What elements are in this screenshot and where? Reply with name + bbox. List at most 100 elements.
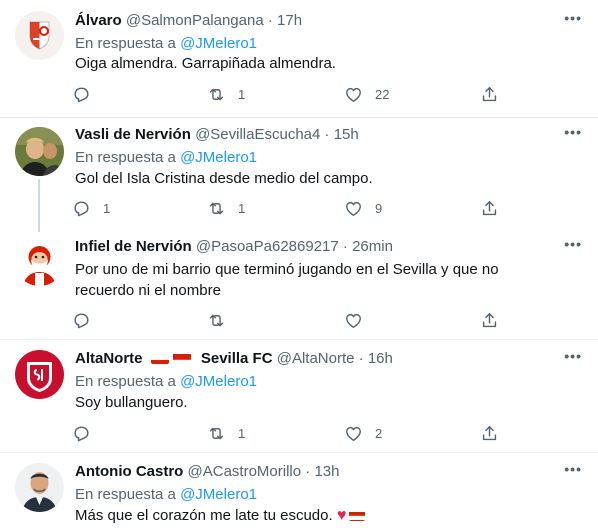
reply-icon: [72, 311, 91, 330]
timestamp[interactable]: 26min: [352, 238, 393, 255]
retweet-icon: [207, 199, 226, 218]
flag-icon: [150, 352, 169, 364]
flag-icon: [349, 509, 366, 521]
more-icon[interactable]: •••: [564, 348, 582, 364]
reply-button[interactable]: [72, 83, 103, 105]
avatar-altanorte[interactable]: [15, 350, 64, 399]
user-handle[interactable]: @PasoaPa62869217: [196, 238, 339, 255]
more-icon[interactable]: •••: [564, 236, 582, 252]
reply-to-link[interactable]: @JMelero1: [180, 373, 257, 390]
user-handle[interactable]: @SevillaEscucha4: [195, 126, 320, 143]
retweet-icon: [207, 85, 226, 104]
reply-button[interactable]: [72, 309, 103, 331]
retweet-count: 1: [238, 86, 246, 102]
share-button[interactable]: [480, 309, 499, 331]
tweet-text: Gol del Isla Cristina desde medio del ca…: [75, 170, 373, 187]
share-button[interactable]: [480, 422, 499, 444]
share-button[interactable]: [480, 197, 499, 219]
more-icon[interactable]: •••: [564, 10, 582, 26]
tweet-header: Antonio Castro @ACastroMorillo · 13h: [75, 462, 339, 482]
tweet-actions: 1 2: [66, 422, 506, 446]
user-handle[interactable]: @ACastroMorillo: [188, 463, 302, 480]
share-icon: [480, 199, 499, 218]
like-icon: [344, 199, 363, 218]
retweet-button[interactable]: 1: [207, 83, 245, 105]
reply-prefix: En respuesta a: [75, 373, 176, 390]
retweet-icon: [207, 311, 226, 330]
tweet-text: Más que el corazón me late tu escudo.: [75, 507, 333, 524]
separator-dot: ·: [342, 238, 348, 255]
reply-context: En respuesta a @JMelero1: [75, 485, 257, 505]
like-count: 9: [375, 200, 383, 216]
tweet-2[interactable]: Vasli de Nervión @SevillaEscucha4 · 15h …: [0, 118, 598, 232]
timestamp[interactable]: 16h: [368, 350, 393, 367]
avatar-antonio[interactable]: [15, 463, 64, 512]
display-name[interactable]: Infiel de Nervión: [75, 238, 192, 255]
reply-to-link[interactable]: @JMelero1: [180, 486, 257, 503]
share-icon: [480, 311, 499, 330]
thread-line: [38, 179, 40, 232]
reply-icon: [72, 85, 91, 104]
tweet-header: AltaNorte Sevilla FC @AltaNorte · 16h: [75, 349, 393, 369]
separator-dot: ·: [324, 126, 330, 143]
sevilla-crest-avatar-image: [15, 11, 64, 60]
share-button[interactable]: [480, 83, 499, 105]
avatar-vasli[interactable]: [15, 127, 64, 176]
reply-count: 1: [103, 200, 111, 216]
tweet-5[interactable]: Antonio Castro @ACastroMorillo · 13h •••…: [0, 453, 598, 530]
reply-button[interactable]: 1: [72, 197, 110, 219]
tweet-header: Álvaro @SalmonPalangana · 17h: [75, 11, 302, 31]
display-name-part2[interactable]: Sevilla FC: [201, 350, 273, 367]
separator-dot: ·: [305, 463, 311, 480]
user-photo-avatar-image: [15, 463, 64, 512]
reply-button[interactable]: [72, 422, 103, 444]
timestamp[interactable]: 15h: [334, 126, 359, 143]
avatar-infiel[interactable]: [15, 237, 64, 286]
like-count: 22: [375, 86, 390, 102]
reply-context: En respuesta a @JMelero1: [75, 34, 257, 54]
tweet-header: Vasli de Nervión @SevillaEscucha4 · 15h: [75, 125, 359, 145]
more-icon[interactable]: •••: [564, 124, 582, 140]
more-icon[interactable]: •••: [564, 461, 582, 477]
share-icon: [480, 424, 499, 443]
timestamp[interactable]: 13h: [314, 463, 339, 480]
display-name[interactable]: Álvaro: [75, 12, 122, 29]
display-name[interactable]: Antonio Castro: [75, 463, 183, 480]
tweet-actions: [66, 309, 506, 333]
like-button[interactable]: 2: [344, 422, 382, 444]
like-icon: [344, 85, 363, 104]
avatar-alvaro[interactable]: [15, 11, 64, 60]
retweet-count: 1: [238, 200, 246, 216]
cartoon-avatar-image: [15, 237, 64, 286]
retweet-count: 1: [238, 425, 246, 441]
reply-to-link[interactable]: @JMelero1: [180, 149, 257, 166]
reply-to-link[interactable]: @JMelero1: [180, 35, 257, 52]
retweet-button[interactable]: 1: [207, 197, 245, 219]
altanorte-logo-avatar-image: [15, 350, 64, 399]
like-button[interactable]: 9: [344, 197, 382, 219]
separator-dot: ·: [358, 350, 364, 367]
reply-icon: [72, 199, 91, 218]
user-handle[interactable]: @SalmonPalangana: [126, 12, 264, 29]
tweet-4[interactable]: AltaNorte Sevilla FC @AltaNorte · 16h ••…: [0, 340, 598, 452]
retweet-button[interactable]: 1: [207, 422, 245, 444]
display-name-part1[interactable]: AltaNorte: [75, 350, 143, 367]
tweet-3[interactable]: Infiel de Nervión @PasoaPa62869217 · 26m…: [0, 229, 598, 339]
like-icon: [344, 424, 363, 443]
user-handle[interactable]: @AltaNorte: [277, 350, 355, 367]
separator-dot: ·: [267, 12, 273, 29]
reply-context: En respuesta a @JMelero1: [75, 148, 257, 168]
tweet-text: Oiga almendra. Garrapiñada almendra.: [75, 55, 336, 72]
like-button[interactable]: [344, 309, 375, 331]
tweet-text-container: Más que el corazón me late tu escudo. ♥: [75, 505, 575, 526]
tweet-1[interactable]: Álvaro @SalmonPalangana · 17h ••• En res…: [0, 0, 598, 117]
reply-prefix: En respuesta a: [75, 486, 176, 503]
like-count: 2: [375, 425, 383, 441]
reply-icon: [72, 424, 91, 443]
like-button[interactable]: 22: [344, 83, 389, 105]
timestamp[interactable]: 17h: [277, 12, 302, 29]
retweet-button[interactable]: [207, 309, 238, 331]
tweet-header: Infiel de Nervión @PasoaPa62869217 · 26m…: [75, 237, 393, 257]
display-name[interactable]: Vasli de Nervión: [75, 126, 191, 143]
retweet-icon: [207, 424, 226, 443]
